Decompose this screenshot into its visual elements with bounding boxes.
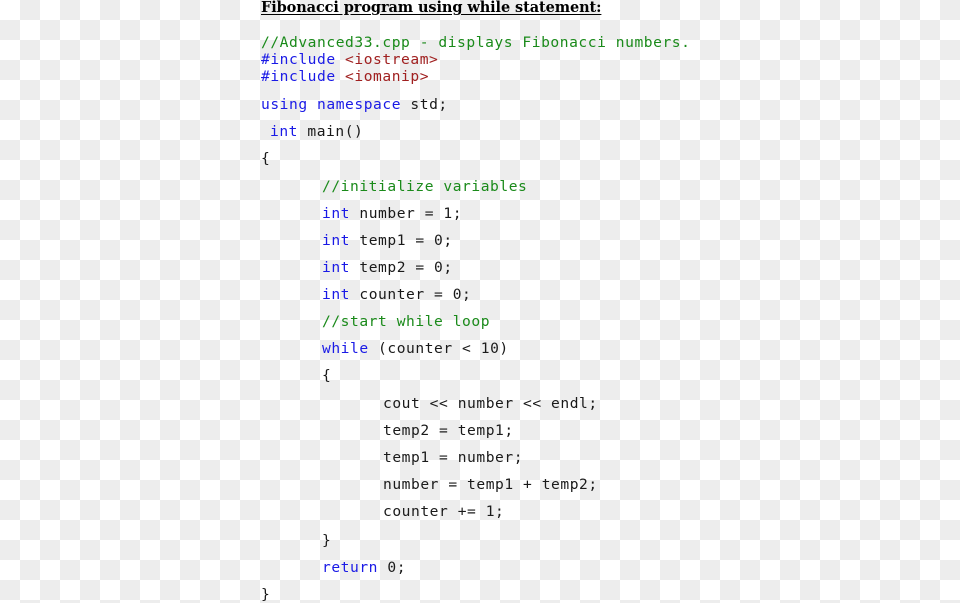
line-using-namespace: using namespace std;: [261, 96, 448, 113]
line-close-brace-main: }: [261, 586, 270, 603]
code-token-kw: int: [322, 205, 360, 222]
code-token-cmt: //initialize variables: [322, 178, 528, 195]
code-token-kw: while: [322, 340, 379, 357]
code-token-plain: cout << number << endl;: [383, 395, 598, 412]
code-token-pre: #include: [261, 68, 346, 85]
line-include-iostream: #include <iostream>: [261, 51, 438, 68]
code-token-plain: counter += 1;: [383, 503, 505, 520]
code-token-plain: {: [261, 150, 271, 167]
code-token-plain: temp1 = 0;: [359, 232, 453, 249]
line-comment-header: //Advanced33.cpp - displays Fibonacci nu…: [261, 34, 690, 51]
code-screenshot-canvas: Fibonacci program using while statement:…: [0, 0, 960, 603]
code-token-cmt: //start while loop: [322, 313, 491, 330]
line-return-zero: return 0;: [322, 559, 406, 576]
code-token-plain: }: [261, 586, 271, 603]
code-token-plain: {: [322, 367, 332, 384]
line-open-brace-main: {: [261, 150, 270, 167]
code-token-kw: int: [322, 232, 360, 249]
line-decl-counter: int counter = 0;: [322, 286, 471, 303]
code-token-plain: 0;: [387, 559, 407, 576]
line-include-iomanip: #include <iomanip>: [261, 68, 429, 85]
code-token-kw: return: [322, 559, 388, 576]
line-comment-initialize: //initialize variables: [322, 178, 527, 195]
line-int-main: int main(): [270, 123, 363, 140]
code-token-kw: int: [270, 123, 308, 140]
code-token-plain: temp2 = 0;: [359, 259, 453, 276]
page-title: Fibonacci program using while statement:: [261, 0, 602, 16]
code-token-kw: int: [322, 286, 360, 303]
code-token-plain: number = temp1 + temp2;: [383, 476, 598, 493]
code-token-kw: int: [322, 259, 360, 276]
line-assign-temp1: temp1 = number;: [383, 449, 523, 466]
line-assign-temp2: temp2 = temp1;: [383, 422, 514, 439]
line-comment-start-while: //start while loop: [322, 313, 490, 330]
line-assign-number: number = temp1 + temp2;: [383, 476, 598, 493]
line-open-brace-while: {: [322, 367, 331, 384]
code-token-plain: temp1 = number;: [383, 449, 524, 466]
code-token-inc: <iomanip>: [345, 68, 430, 85]
code-token-kw: using namespace: [261, 96, 411, 113]
line-while-condition: while (counter < 10): [322, 340, 509, 357]
code-token-plain: std;: [410, 96, 448, 113]
code-token-plain: temp2 = temp1;: [383, 422, 514, 439]
line-increment-counter: counter += 1;: [383, 503, 504, 520]
code-token-plain: }: [322, 532, 332, 549]
code-token-plain: (counter < 10): [378, 340, 509, 357]
code-token-plain: number = 1;: [359, 205, 463, 222]
line-decl-temp2: int temp2 = 0;: [322, 259, 453, 276]
line-cout-number: cout << number << endl;: [383, 395, 598, 412]
line-close-brace-while: }: [322, 532, 331, 549]
code-token-pre: #include: [261, 51, 346, 68]
code-token-inc: <iostream>: [345, 51, 439, 68]
line-decl-temp1: int temp1 = 0;: [322, 232, 453, 249]
code-token-cmt: //Advanced33.cpp - displays Fibonacci nu…: [261, 34, 691, 51]
code-token-plain: counter = 0;: [359, 286, 472, 303]
code-token-plain: main(): [307, 123, 364, 140]
line-decl-number: int number = 1;: [322, 205, 462, 222]
